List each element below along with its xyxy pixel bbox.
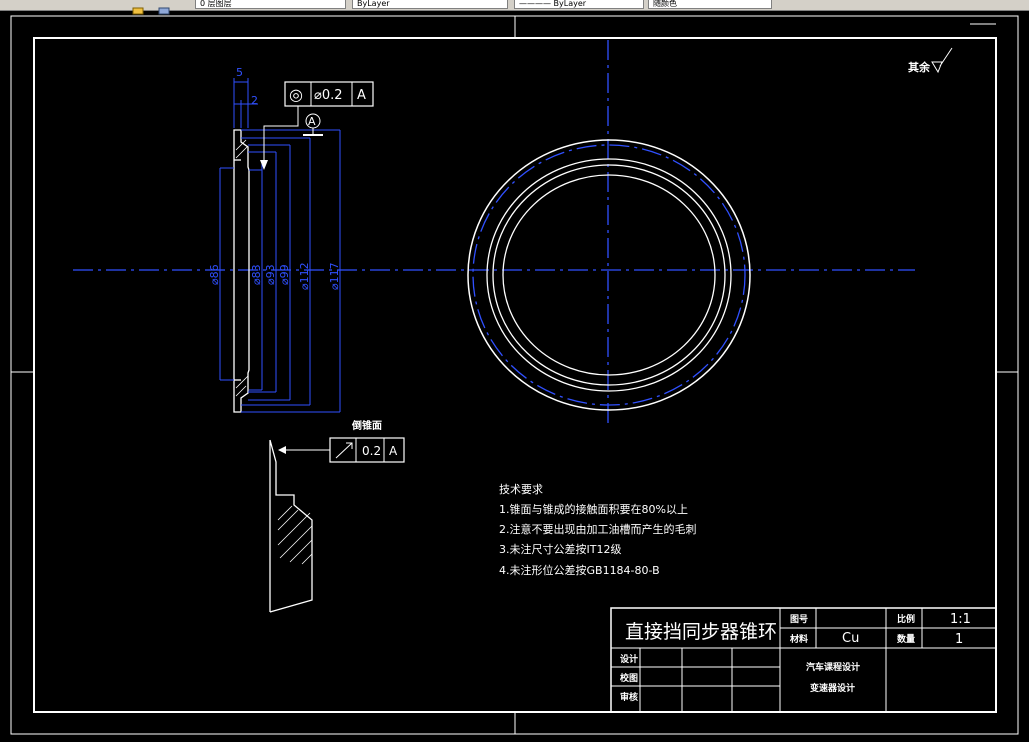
ring-section-profile: [233, 129, 250, 413]
audit-label: 审核: [620, 691, 638, 703]
ring-front-view: [467, 139, 751, 411]
quantity-value: 1: [955, 632, 963, 647]
section-hatch: [235, 139, 249, 397]
dim-d117: ⌀117: [328, 262, 341, 290]
requirement-item: 1.锥面与锥成的接触面积要在80%以上: [499, 502, 688, 516]
diameter-labels: ⌀86 ⌀83 ⌀93 ⌀99 ⌀112 ⌀117: [208, 262, 341, 290]
color-dropdown[interactable]: ByLayer: [352, 0, 508, 9]
drawing-no-label: 图号: [790, 614, 808, 625]
dim-d99: ⌀99: [278, 264, 291, 285]
part-name: 直接挡同步器锥环: [625, 621, 777, 643]
datum-marker-label: A: [308, 115, 316, 128]
quantity-label: 数量: [897, 633, 915, 645]
material-value: Cu: [842, 631, 859, 646]
dim-top-width: 5: [236, 66, 243, 79]
lineweight-dropdown[interactable]: 随颜色: [648, 0, 772, 9]
dim-d112: ⌀112: [298, 262, 311, 290]
material-label: 材料: [789, 633, 808, 645]
concentricity-symbol: ◎: [289, 85, 303, 104]
scale-label: 比例: [897, 613, 915, 625]
runout-arrow-icon: [335, 442, 353, 459]
runout-tolerance-frame: 0.2 A: [278, 437, 405, 463]
section-detail: [269, 439, 313, 613]
properties-toolbar: 0 层图层 ByLayer ———— ByLayer 随颜色: [0, 0, 1029, 15]
concentricity-value: ⌀0.2: [314, 88, 343, 103]
dim-top-step: 2: [251, 94, 258, 107]
dim-d83: ⌀83: [250, 264, 263, 285]
drawing-canvas[interactable]: 其余 5 2 ⌀86 ⌀83 ⌀93 ⌀99 ⌀112 ⌀117 ◎ ⌀0.2 …: [0, 11, 1029, 738]
dimension-lines: [219, 78, 341, 413]
layer-manager-icon[interactable]: [158, 0, 170, 15]
layer-state-icon[interactable]: [132, 0, 144, 15]
technical-requirements: 技术要求 1.锥面与锥成的接触面积要在80%以上 2.注意不要出现由加工油槽而产…: [499, 483, 697, 577]
concentricity-datum: A: [357, 88, 366, 103]
requirement-item: 3.未注尺寸公差按IT12级: [499, 542, 621, 556]
section-title: 倒锥面: [351, 419, 382, 432]
project-name: 变速器设计: [810, 682, 855, 694]
course-name: 汽车课程设计: [806, 661, 860, 673]
designer-label: 设计: [620, 653, 638, 665]
scale-value: 1:1: [950, 612, 971, 627]
checker-label: 校图: [620, 672, 638, 684]
dim-d93: ⌀93: [264, 264, 277, 285]
roughness-symbol-icon: [931, 47, 953, 74]
requirements-title: 技术要求: [499, 483, 543, 496]
centerlines: [73, 40, 915, 425]
requirement-item: 4.未注形位公差按GB1184-80-B: [499, 563, 660, 577]
runout-datum: A: [389, 444, 398, 458]
requirement-item: 2.注意不要出现由加工油槽而产生的毛刺: [499, 522, 697, 536]
section-detail-hatch: [277, 505, 313, 565]
layer-dropdown[interactable]: 0 层图层: [195, 0, 346, 9]
dim-d86: ⌀86: [208, 264, 221, 285]
linetype-dropdown[interactable]: ———— ByLayer: [514, 0, 644, 9]
runout-value: 0.2: [362, 444, 381, 458]
datum-marker: A: [303, 113, 323, 136]
roughness-other-label: 其余: [908, 60, 931, 74]
tolerance-frame-concentricity: ◎ ⌀0.2 A: [260, 81, 374, 170]
